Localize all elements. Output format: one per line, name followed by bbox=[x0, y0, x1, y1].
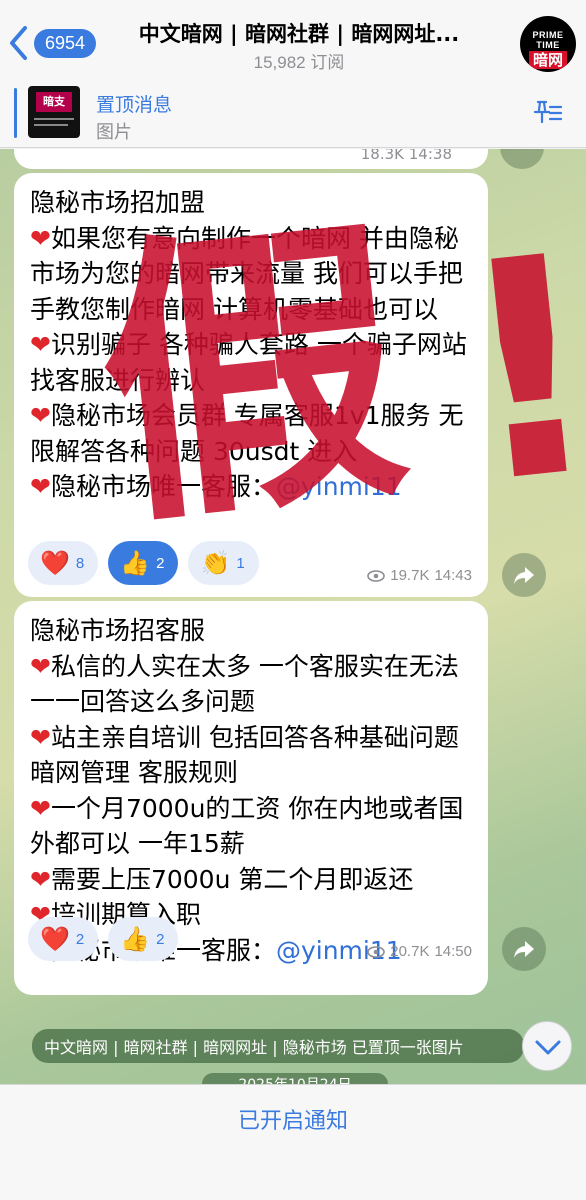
reaction-button[interactable]: 👍 2 bbox=[108, 917, 179, 961]
message-line: ❤隐秘市场会员群 专属客服1v1服务 无限解答各种问题 30usdt 进入 bbox=[30, 398, 480, 469]
reaction-emoji-icon: 👍 bbox=[120, 925, 151, 953]
mention-link[interactable]: @yinmi11 bbox=[276, 472, 402, 501]
reaction-emoji-icon: 👏 bbox=[200, 549, 231, 577]
pin-list-icon[interactable] bbox=[528, 98, 564, 128]
subscriber-count: 15,982 订阅 bbox=[253, 53, 345, 72]
message-line: ❤识别骗子 各种骗人套路 一个骗子网站 找客服进行辨认 bbox=[30, 327, 480, 398]
heart-icon: ❤ bbox=[30, 472, 51, 501]
message-time: 14:43 bbox=[434, 567, 472, 584]
message-line: ❤一个月7000u的工资 你在内地或者国外都可以 一年15薪 bbox=[30, 791, 480, 862]
heart-icon: ❤ bbox=[30, 330, 51, 359]
message-bubble[interactable]: 隐秘市场招客服 ❤私信的人实在太多 一个客服实在无法一一回答这么多问题 ❤站主亲自培… bbox=[14, 601, 488, 995]
message-text: 隐秘市场招加盟 ❤如果您有意向制作一个暗网 并由隐秘市场为您的暗网带来流量 我们可… bbox=[30, 185, 480, 505]
message-line: 隐秘市场招加盟 bbox=[30, 185, 480, 221]
heart-icon: ❤ bbox=[30, 864, 51, 894]
heart-icon: ❤ bbox=[30, 722, 51, 752]
back-button[interactable]: 6954 bbox=[8, 24, 97, 62]
message-line-text: 隐秘市场唯一客服： bbox=[50, 472, 276, 501]
chevron-down-icon bbox=[535, 1040, 561, 1055]
reaction-count: 2 bbox=[75, 930, 85, 948]
reaction-count: 2 bbox=[156, 930, 165, 948]
chevron-left-icon bbox=[10, 26, 27, 60]
pinned-indicator bbox=[14, 88, 17, 138]
share-arrow-icon bbox=[514, 941, 534, 958]
heart-icon: ❤ bbox=[30, 793, 51, 823]
avatar-text-bottom: 暗网 bbox=[528, 51, 567, 69]
pinned-subtitle: 图片 bbox=[96, 122, 132, 143]
message-line-text: 如果您有意向制作一个暗网 并由隐秘市场为您的暗网带来流量 我们可以手把手教您制作… bbox=[30, 223, 463, 324]
channel-avatar[interactable]: PRIME TIME 暗网 bbox=[520, 16, 576, 72]
views-eye-icon bbox=[367, 569, 386, 582]
message-line: ❤私信的人实在太多 一个客服实在无法一一回答这么多问题 bbox=[30, 649, 480, 720]
message-line: 隐秘市场招客服 bbox=[30, 613, 480, 649]
message-meta: 20.7K 14:50 bbox=[367, 943, 472, 960]
bottom-bar: 已开启通知 bbox=[0, 1084, 586, 1200]
chat-area[interactable]: 18.3K 14:38 隐秘市场招加盟 ❤如果您有意向制作一个暗网 并由隐秘市场为… bbox=[0, 149, 586, 1084]
message-line-text: 隐秘市场招客服 bbox=[30, 616, 206, 645]
message-line-text: 一个月7000u的工资 你在内地或者国外都可以 一年15薪 bbox=[30, 793, 464, 859]
reaction-count: 1 bbox=[236, 554, 245, 572]
pinned-thumbnail-label: 暗支 bbox=[36, 92, 72, 112]
pinned-thumbnail: 暗支 bbox=[28, 86, 80, 138]
date-separator: 2025年10月24日 bbox=[202, 1073, 388, 1084]
unread-count-badge: 6954 bbox=[34, 28, 97, 58]
message-bubble[interactable]: 隐秘市场招加盟 ❤如果您有意向制作一个暗网 并由隐秘市场为您的暗网带来流量 我们可… bbox=[14, 173, 488, 597]
reaction-button[interactable]: 👏 1 bbox=[188, 541, 259, 585]
share-button[interactable] bbox=[502, 927, 546, 971]
share-button-previous[interactable] bbox=[500, 149, 544, 169]
message-time: 14:50 bbox=[434, 943, 472, 960]
views-eye-icon bbox=[367, 945, 386, 958]
view-count: 20.7K bbox=[390, 943, 430, 960]
reaction-emoji-icon: ❤️ bbox=[40, 549, 70, 577]
message-line: ❤隐秘市场唯一客服：@yinmi11 bbox=[30, 469, 480, 505]
reaction-button[interactable]: ❤️ 8 bbox=[28, 541, 99, 585]
share-arrow-icon bbox=[514, 567, 534, 584]
pinned-title: 置顶消息 bbox=[96, 94, 173, 116]
reaction-count: 8 bbox=[75, 554, 85, 572]
scroll-down-button[interactable] bbox=[522, 1021, 572, 1071]
notifications-toggle-button[interactable]: 已开启通知 bbox=[0, 1103, 586, 1135]
avatar-text-top: PRIME TIME bbox=[532, 30, 564, 50]
heart-icon: ❤ bbox=[30, 651, 51, 681]
pinned-service-message: 中文暗网 | 暗网社群 | 暗网网址 | 隐秘市场 已置顶一张图片 bbox=[32, 1029, 524, 1063]
message-meta: 19.7K 14:43 bbox=[367, 567, 472, 584]
channel-title[interactable]: 中文暗网 | 暗网社群 | 暗网网址... bbox=[104, 18, 494, 48]
reaction-button[interactable]: 👍 2 bbox=[108, 541, 179, 585]
message-line-text: 私信的人实在太多 一个客服实在无法一一回答这么多问题 bbox=[30, 651, 459, 717]
previous-message-meta: 18.3K 14:38 bbox=[360, 149, 452, 163]
reaction-emoji-icon: ❤️ bbox=[40, 925, 70, 953]
message-line-text: 识别骗子 各种骗人套路 一个骗子网站 找客服进行辨认 bbox=[30, 330, 467, 395]
previous-message-bubble[interactable]: 18.3K 14:38 bbox=[14, 149, 488, 169]
reaction-row: ❤️ 2 👍 2 bbox=[28, 917, 179, 961]
message-text: 隐秘市场招客服 ❤私信的人实在太多 一个客服实在无法一一回答这么多问题 ❤站主亲自培… bbox=[30, 613, 480, 968]
message-line: ❤如果您有意向制作一个暗网 并由隐秘市场为您的暗网带来流量 我们可以手把手教您制… bbox=[30, 221, 480, 328]
message-line-text: 隐秘市场会员群 专属客服1v1服务 无限解答各种问题 30usdt 进入 bbox=[30, 401, 464, 466]
message-line-text: 需要上压7000u 第二个月即返还 bbox=[50, 864, 414, 894]
share-button[interactable] bbox=[502, 553, 546, 597]
view-count: 19.7K bbox=[390, 567, 430, 584]
message-line: ❤需要上压7000u 第二个月即返还 bbox=[30, 862, 480, 898]
heart-icon: ❤ bbox=[30, 401, 51, 430]
chat-header: 6954 中文暗网 | 暗网社群 | 暗网网址... 15,982 订阅 PRI… bbox=[0, 0, 586, 78]
message-line-text: 隐秘市场招加盟 bbox=[30, 188, 206, 217]
reaction-count: 2 bbox=[156, 554, 165, 572]
heart-icon: ❤ bbox=[30, 223, 51, 253]
reaction-emoji-icon: 👍 bbox=[120, 549, 151, 577]
message-line: ❤站主亲自培训 包括回答各种基础问题 暗网管理 客服规则 bbox=[30, 720, 480, 791]
message-line-text: 站主亲自培训 包括回答各种基础问题 暗网管理 客服规则 bbox=[30, 722, 459, 788]
reaction-button[interactable]: ❤️ 2 bbox=[28, 917, 99, 961]
reaction-row: ❤️ 8 👍 2 👏 1 bbox=[28, 541, 259, 585]
pinned-message-bar[interactable]: 暗支 置顶消息 图片 bbox=[0, 78, 586, 148]
